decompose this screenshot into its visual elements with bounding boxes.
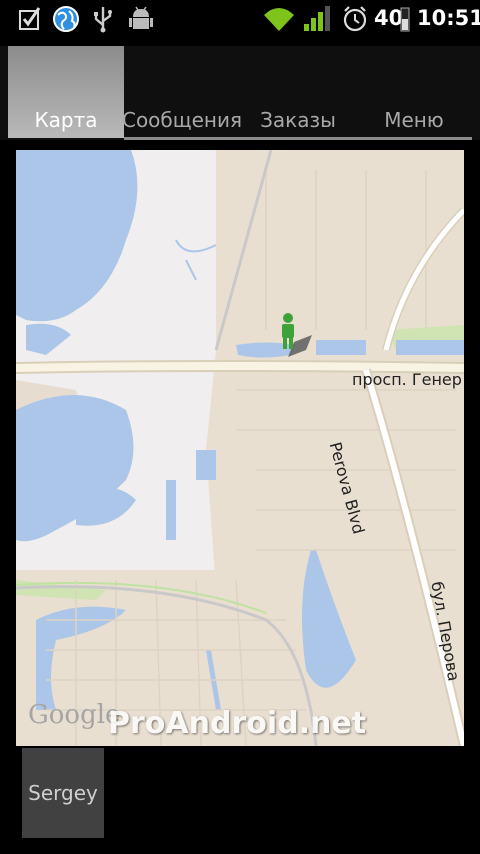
- tab-orders-label: Заказы: [260, 108, 336, 132]
- tab-orders[interactable]: Заказы: [240, 46, 356, 138]
- signal-icon: [304, 6, 330, 31]
- alarm-icon: [343, 6, 367, 32]
- tab-map[interactable]: Карта: [8, 46, 124, 138]
- tab-menu[interactable]: Меню: [356, 46, 472, 138]
- map-view[interactable]: просп. Генер Perova Blvd бул. Перова Goo…: [16, 150, 464, 746]
- tab-messages-label: Сообщения: [121, 108, 243, 132]
- watermark-text: ProAndroid.net: [108, 706, 367, 741]
- tab-menu-label: Меню: [384, 108, 444, 132]
- battery-level-text: 40: [374, 6, 404, 30]
- wifi-icon: [264, 8, 294, 31]
- user-name: Sergey: [28, 781, 98, 805]
- usb-icon: [94, 7, 112, 33]
- tab-map-label: Карта: [34, 108, 98, 132]
- checkbox-notification-icon: [19, 7, 41, 30]
- tab-bar: Карта Сообщения Заказы Меню: [0, 46, 480, 140]
- google-logo: Google: [28, 700, 121, 730]
- street-label-general: просп. Генер: [352, 370, 462, 389]
- tab-underline: [124, 137, 472, 140]
- android-debug-icon: [129, 6, 153, 29]
- battery-icon: [400, 7, 410, 32]
- status-bar: 40 10:51: [0, 0, 480, 38]
- globe-icon: [53, 6, 79, 32]
- map-canvas: [16, 150, 464, 746]
- tab-messages[interactable]: Сообщения: [121, 46, 243, 138]
- clock-text: 10:51: [417, 6, 480, 30]
- user-button[interactable]: Sergey: [22, 748, 104, 838]
